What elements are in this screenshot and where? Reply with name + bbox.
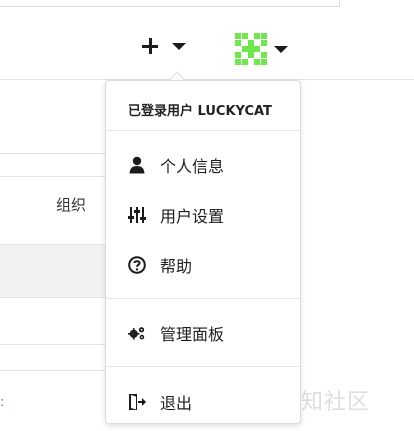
menu-item-user-settings[interactable]: 用户设置: [106, 195, 300, 235]
menu-item-help[interactable]: 帮助: [106, 245, 300, 285]
menu-item-label: 退出: [160, 394, 193, 413]
caret-down-icon: [172, 42, 186, 50]
menu-divider: [106, 366, 300, 367]
user-icon: [128, 156, 146, 174]
menu-item-label: 管理面板: [160, 325, 225, 344]
divider: [0, 370, 110, 371]
table-row: [0, 245, 110, 297]
menu-item-label: 用户设置: [160, 207, 225, 226]
divider: [0, 344, 110, 345]
signed-in-as-label: 已登录用户 LUCKYCAT: [106, 81, 300, 131]
divider: [0, 176, 110, 177]
sign-out-icon: [128, 393, 146, 411]
create-menu-button[interactable]: [142, 34, 198, 58]
navbar: [0, 7, 414, 80]
edge-glyph: :: [0, 395, 5, 410]
table-column-header: 组织: [56, 196, 87, 214]
menu-item-sign-out[interactable]: 退出: [106, 382, 300, 422]
menu-divider: [106, 298, 300, 299]
top-strip: [0, 0, 340, 7]
divider: [0, 297, 110, 298]
caret-down-icon: [274, 45, 288, 53]
menu-item-admin-panel[interactable]: 管理面板: [106, 313, 300, 353]
sliders-icon: [128, 206, 146, 224]
divider: [0, 153, 110, 154]
user-avatar-button[interactable]: [234, 31, 294, 67]
plus-icon: [142, 38, 158, 54]
cogs-icon: [128, 324, 146, 342]
menu-item-profile[interactable]: 个人信息: [106, 145, 300, 185]
question-circle-icon: [128, 256, 146, 274]
menu-item-label: 个人信息: [160, 157, 225, 176]
avatar: [234, 32, 268, 66]
menu-item-label: 帮助: [160, 257, 193, 276]
user-dropdown-menu: 已登录用户 LUCKYCAT 个人信息 用户设置 帮助 管理面板 退出: [105, 80, 301, 424]
